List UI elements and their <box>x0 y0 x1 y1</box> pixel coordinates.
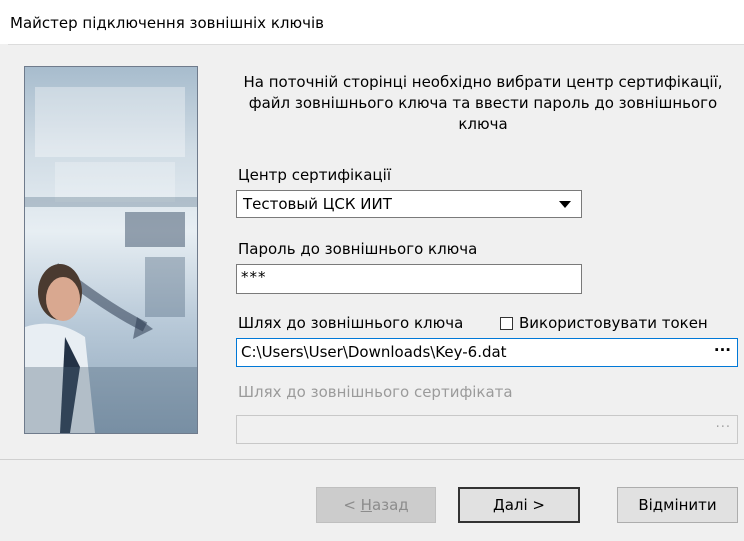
instruction-text: На поточній сторінці необхідно вибрати ц… <box>243 73 723 133</box>
key-path-value: C:\Users\User\Downloads\Key-6.dat <box>241 343 507 361</box>
back-button-hotkey: Н <box>360 496 372 514</box>
cancel-button[interactable]: Відмінити <box>617 487 738 523</box>
footer-separator <box>0 459 744 460</box>
cert-path-field: ··· <box>236 415 738 444</box>
password-field[interactable]: *** <box>236 264 582 294</box>
next-button-label: алі > <box>504 496 545 514</box>
browse-cert-button: ··· <box>715 420 731 435</box>
use-token-checkbox[interactable] <box>500 317 513 330</box>
back-button-prefix: < <box>343 496 361 514</box>
back-button-label: азад <box>371 496 409 514</box>
back-button: < Назад <box>316 487 436 523</box>
next-button-hotkey: Д <box>492 496 505 514</box>
password-label: Пароль до зовнішнього ключа <box>238 240 478 258</box>
password-value: *** <box>241 268 267 286</box>
window-edge <box>0 44 8 541</box>
ca-dropdown[interactable]: Тестовый ЦСК ИИТ <box>236 190 582 218</box>
ca-label: Центр сертифікації <box>238 166 391 184</box>
title-bar: Майстер підключення зовнішніх ключів <box>0 0 744 45</box>
cert-path-label: Шлях до зовнішнього сертифіката <box>238 383 513 401</box>
chevron-down-icon <box>559 201 571 208</box>
browse-key-button[interactable]: ··· <box>714 341 731 359</box>
window-title: Майстер підключення зовнішніх ключів <box>10 14 324 32</box>
next-button[interactable]: Далі > <box>458 487 580 523</box>
use-token-label[interactable]: Використовувати токен <box>519 314 708 332</box>
wizard-window: Майстер підключення зовнішніх ключів На … <box>0 0 744 541</box>
wizard-side-image <box>24 66 198 434</box>
ca-selected-value: Тестовый ЦСК ИИТ <box>243 195 392 213</box>
key-path-label: Шлях до зовнішнього ключа <box>238 314 464 332</box>
key-path-field[interactable]: C:\Users\User\Downloads\Key-6.dat ··· <box>236 338 738 367</box>
